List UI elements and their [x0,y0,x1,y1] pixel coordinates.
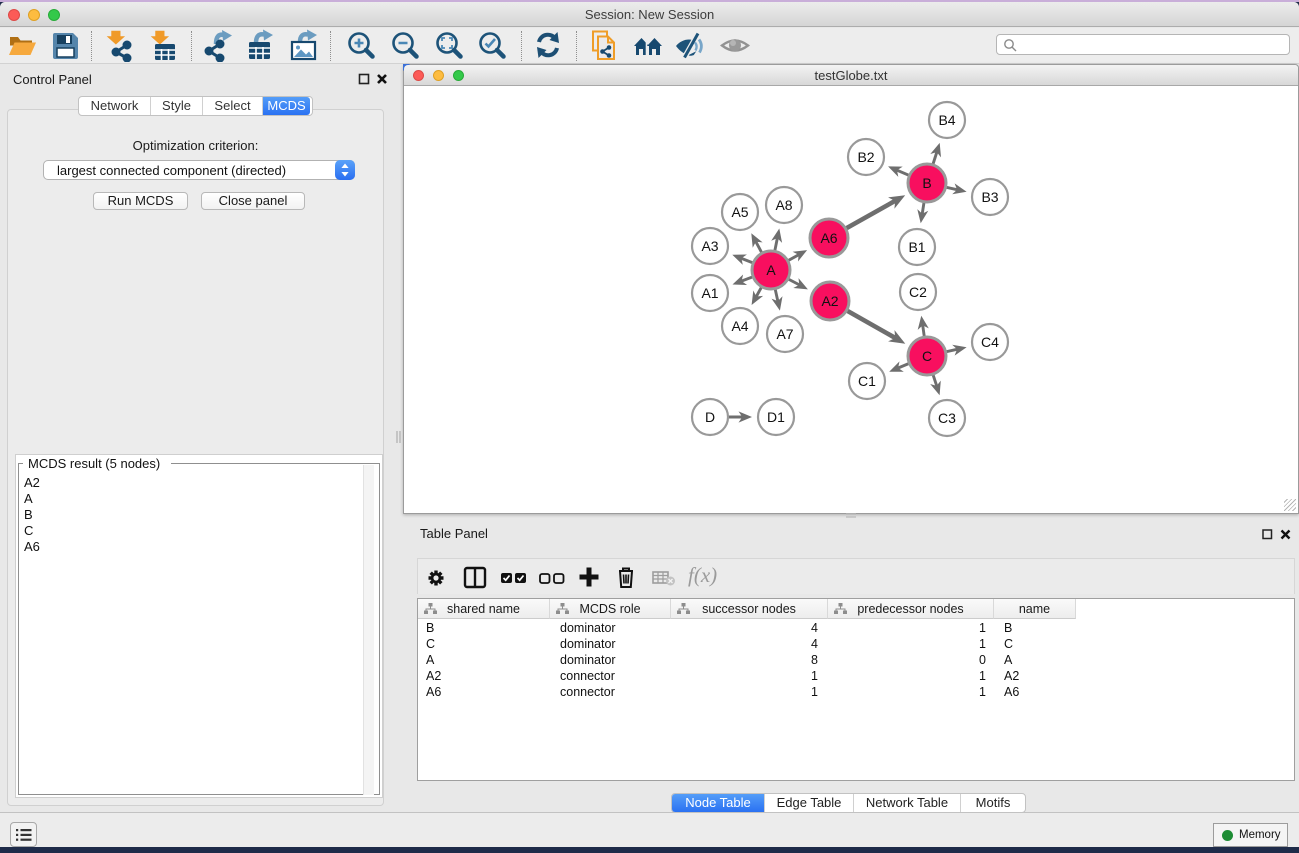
svg-text:A7: A7 [776,326,793,342]
svg-text:B1: B1 [908,239,925,255]
svg-text:B4: B4 [938,112,955,128]
svg-text:B2: B2 [857,149,874,165]
svg-text:A5: A5 [731,204,748,220]
svg-text:C4: C4 [981,334,999,350]
svg-text:D: D [705,409,715,425]
svg-text:C2: C2 [909,284,927,300]
svg-text:C1: C1 [858,373,876,389]
svg-text:C: C [922,348,932,364]
svg-text:C3: C3 [938,410,956,426]
svg-text:D1: D1 [767,409,785,425]
svg-text:B: B [922,175,931,191]
svg-text:B3: B3 [981,189,998,205]
svg-text:A2: A2 [821,293,838,309]
svg-text:A4: A4 [731,318,748,334]
svg-text:A3: A3 [701,238,718,254]
svg-text:A: A [766,262,776,278]
svg-text:A8: A8 [775,197,792,213]
svg-text:A1: A1 [701,285,718,301]
svg-text:A6: A6 [820,230,837,246]
